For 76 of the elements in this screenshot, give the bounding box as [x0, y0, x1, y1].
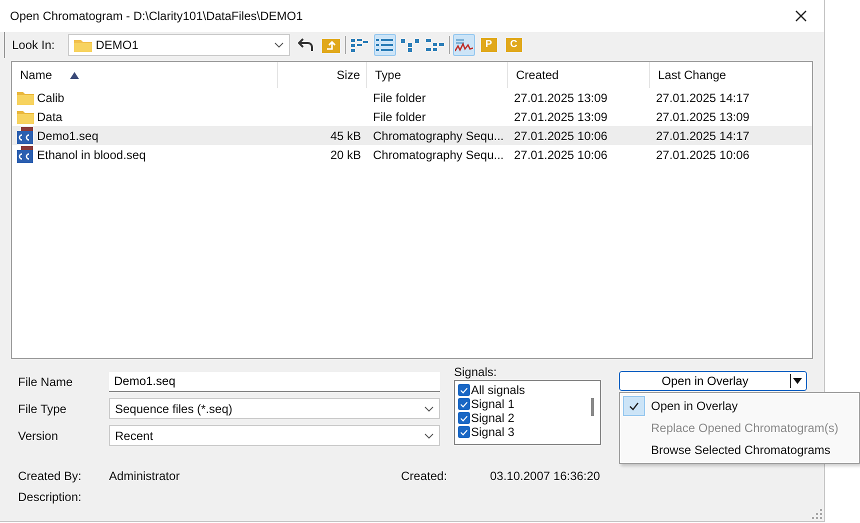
- version-dropdown[interactable]: Recent: [109, 425, 440, 446]
- column-header[interactable]: Type: [367, 62, 508, 88]
- menu-item[interactable]: Open in Overlay: [620, 395, 859, 417]
- file-last-change: 27.01.2025 14:17: [656, 90, 750, 104]
- menu-item[interactable]: Browse Selected Chromatograms: [620, 439, 859, 461]
- sequence-file-icon: [17, 127, 34, 144]
- signals-label: Signals:: [454, 365, 498, 380]
- checkbox[interactable]: [458, 412, 470, 424]
- checkbox[interactable]: [458, 398, 470, 410]
- file-name-field[interactable]: Demo1.seq: [109, 372, 440, 392]
- column-header[interactable]: Name: [12, 62, 278, 88]
- dropdown-arrow-icon: [793, 378, 802, 384]
- created-label: Created:: [401, 468, 448, 482]
- signal-checkbox[interactable]: Signal 1: [458, 397, 600, 411]
- back-arrow-icon: [298, 38, 314, 52]
- chromatogram-icon: [454, 38, 473, 52]
- file-size: 45 kB: [330, 128, 361, 142]
- checkbox[interactable]: [458, 426, 470, 438]
- file-created: 27.01.2025 10:06: [514, 148, 608, 162]
- resize-grip-icon[interactable]: [812, 509, 822, 519]
- scrollbar-thumb[interactable]: [591, 398, 594, 416]
- file-last-change: 27.01.2025 13:09: [656, 110, 750, 124]
- file-created: 27.01.2025 10:06: [514, 128, 608, 142]
- file-type: File folder: [373, 110, 426, 124]
- file-size: 20 kB: [330, 148, 361, 162]
- column-header[interactable]: Created: [508, 62, 650, 88]
- file-type-dropdown[interactable]: Sequence files (*.seq): [109, 398, 440, 419]
- file-created: 27.01.2025 13:09: [514, 90, 608, 104]
- checkmark-icon: [629, 402, 639, 410]
- description-label: Description:: [18, 490, 82, 504]
- file-created: 27.01.2025 13:09: [514, 110, 608, 124]
- list-view-icon: [350, 38, 369, 52]
- folder-icon: [17, 110, 34, 124]
- folder-icon: [74, 38, 92, 52]
- signal-checkbox[interactable]: Signal 2: [458, 411, 600, 425]
- open-split-button[interactable]: Open in Overlay: [619, 371, 807, 391]
- signal-checkbox[interactable]: Signal 3: [458, 425, 600, 439]
- file-last-change: 27.01.2025 10:06: [656, 148, 750, 162]
- created-by-value: Administrator: [109, 468, 181, 482]
- file-last-change: 27.01.2025 14:17: [656, 128, 750, 142]
- file-type-label: File Type: [18, 402, 68, 416]
- created-value: 03.10.2007 16:36:20: [490, 468, 600, 482]
- created-by-label: Created By:: [18, 468, 82, 482]
- version-label: Version: [18, 428, 60, 442]
- chromatogram-button[interactable]: [452, 34, 475, 56]
- close-icon: [795, 10, 807, 22]
- file-row[interactable]: Demo1.seq 45 kB Chromatography Sequ... 27.01.2025 10:06 27.01.2025 14:17: [12, 126, 812, 145]
- checkbox[interactable]: [458, 384, 470, 396]
- signal-checkbox[interactable]: All signals: [458, 383, 600, 397]
- chevron-down-icon: [424, 406, 434, 412]
- file-name: Demo1.seq: [37, 128, 98, 142]
- folder-up-icon: [322, 37, 340, 53]
- file-type: Chromatography Sequ...: [373, 128, 504, 142]
- window-title: Open Chromatogram - D:\Clarity101\DataFiles\DEMO1: [10, 9, 304, 23]
- look-in-label: Look In:: [12, 38, 55, 52]
- column-header[interactable]: Size: [278, 62, 367, 88]
- file-name: Data: [37, 110, 62, 124]
- column-header[interactable]: Last Change: [650, 62, 812, 88]
- folder-icon: [17, 90, 34, 104]
- file-type: File folder: [373, 90, 426, 104]
- tree-view-icon: [400, 38, 419, 52]
- file-name-label: File Name: [18, 374, 74, 388]
- file-type: Chromatography Sequ...: [373, 148, 504, 162]
- file-row[interactable]: Data File folder 27.01.2025 13:09 27.01.2025 13:09: [12, 107, 812, 126]
- file-row[interactable]: Ethanol in blood.seq 20 kB Chromatography Sequ... 27.01.2025 10:06 27.01.2025 10:06: [12, 145, 812, 164]
- file-name: Ethanol in blood.seq: [37, 148, 146, 162]
- sequence-file-icon: [17, 146, 34, 163]
- file-name: Calib: [37, 90, 64, 104]
- chevron-down-icon: [424, 432, 434, 438]
- details-view-icon: [376, 38, 394, 52]
- chevron-down-icon: [274, 42, 284, 48]
- sort-ascending-icon: [70, 72, 80, 78]
- branch-view-icon: [426, 38, 444, 52]
- look-in-dropdown[interactable]: DEMO1: [68, 34, 290, 56]
- file-row[interactable]: Calib File folder 27.01.2025 13:09 27.01.2025 14:17: [12, 88, 812, 107]
- details-view-button[interactable]: [374, 34, 396, 56]
